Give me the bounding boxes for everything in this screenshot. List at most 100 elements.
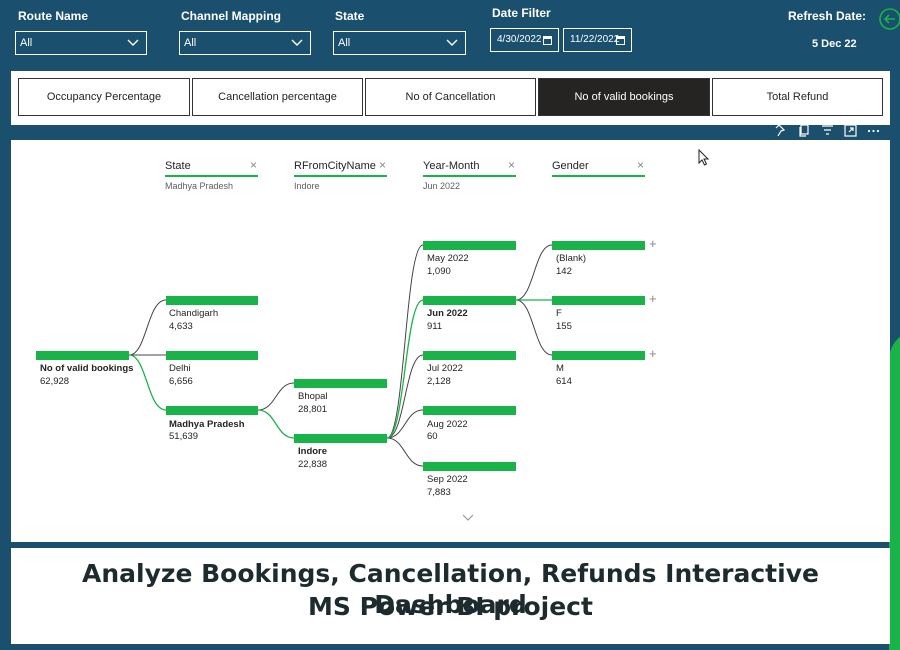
route-name-value: All [20,37,33,49]
state-filter-label: State [335,9,365,23]
remove-level-month-icon[interactable]: × [508,158,515,172]
node-label-aug-2022: Aug 2022 [427,419,468,430]
level-header-gender: Gender [552,160,589,172]
node-bar-madhya-pradesh[interactable] [166,406,258,415]
state-filter-dropdown[interactable]: All [333,31,466,55]
route-name-dropdown[interactable]: All [15,31,147,55]
node-value-bhopal: 28,801 [298,404,328,415]
refresh-date-label: Refresh Date: [788,9,867,23]
caption-line-2: MS Power BI project [308,592,593,621]
node-label-jul-2022: Jul 2022 [427,363,463,374]
node-value-jun-2022: 911 [427,321,443,332]
node-label-indore: Indore [298,446,328,457]
node-label-blank: (Blank) [556,253,587,264]
level-selection-month: Jun 2022 [423,181,461,191]
node-value-chandigarh: 4,633 [169,321,193,332]
remove-level-gender-icon[interactable]: × [637,158,644,172]
node-bar-delhi[interactable] [166,351,258,360]
tab-no-of-cancellation[interactable]: No of Cancellation [365,78,536,116]
chevron-down-icon [127,39,139,46]
node-label-delhi: Delhi [169,363,191,374]
caption-panel: Analyze Bookings, Cancellation, Refunds … [11,548,890,644]
node-bar-bhopal[interactable] [294,379,387,388]
remove-level-state-icon[interactable]: × [250,158,257,172]
node-label-female: F [556,308,562,319]
date-filter-label: Date Filter [492,6,551,20]
pin-icon[interactable] [774,123,789,138]
back-arrow-icon[interactable] [878,7,900,31]
filter-icon[interactable] [820,123,835,138]
chevron-down-icon [446,39,458,46]
node-bar-sep-2022[interactable] [423,462,516,471]
channel-mapping-label: Channel Mapping [181,9,281,23]
level-header-year-month: Year-Month [423,160,480,172]
tab-total-refund[interactable]: Total Refund [712,78,883,116]
node-value-blank: 142 [556,266,572,277]
node-bar-chandigarh[interactable] [166,296,258,305]
node-label-may-2022: May 2022 [427,253,469,264]
node-label-male: M [556,363,564,374]
node-bar-male[interactable] [552,351,645,360]
node-bar-indore[interactable] [294,434,387,443]
node-value-sep-2022: 7,883 [427,487,451,498]
tab-no-of-valid-bookings[interactable]: No of valid bookings [538,78,710,116]
calendar-icon [616,36,625,45]
cursor-icon [698,149,710,166]
node-label-jun-2022: Jun 2022 [427,308,468,319]
node-value-madhya-pradesh: 51,639 [169,431,199,442]
level-underline [423,175,516,177]
node-value-jul-2022: 2,128 [427,376,451,387]
expand-female-icon[interactable]: + [649,291,657,306]
node-bar-may-2022[interactable] [423,241,516,250]
date-from-input[interactable]: 4/30/2022 [490,28,559,52]
level-header-rfromcityname: RFromCityName [294,160,376,172]
node-value-may-2022: 1,090 [427,266,451,277]
node-bar-female[interactable] [552,296,645,305]
channel-mapping-value: All [184,37,197,49]
node-value-male: 614 [556,376,572,387]
refresh-date-value: 5 Dec 22 [812,38,857,50]
date-from-value: 4/30/2022 [497,34,542,45]
node-value-female: 155 [556,321,572,332]
date-to-input[interactable]: 11/22/2022 [563,28,632,52]
node-label-madhya-pradesh: Madhya Pradesh [169,419,245,430]
node-value-root: 62,928 [40,376,70,387]
node-bar-aug-2022[interactable] [423,406,516,415]
measure-tabs-panel: Occupancy Percentage Cancellation percen… [11,71,890,125]
node-value-indore: 22,838 [298,459,328,470]
route-name-label: Route Name [18,9,89,23]
node-bar-jun-2022[interactable] [423,296,516,305]
more-options-icon[interactable] [866,123,881,138]
node-label-root: No of valid bookings [40,363,134,374]
state-filter-value: All [338,37,351,49]
node-bar-blank[interactable] [552,241,645,250]
tab-cancellation-percentage[interactable]: Cancellation percentage [192,78,363,116]
decomposition-tree-visual: State × Madhya Pradesh RFromCityName × I… [11,140,890,542]
scroll-down-chevron-icon[interactable] [461,513,475,523]
node-label-sep-2022: Sep 2022 [427,474,468,485]
remove-level-city-icon[interactable]: × [379,158,386,172]
tab-occupancy-percentage[interactable]: Occupancy Percentage [18,78,190,116]
node-label-bhopal: Bhopal [298,391,328,402]
level-underline [294,175,387,177]
level-selection-city: Indore [294,181,320,191]
node-bar-root[interactable] [36,351,129,360]
expand-male-icon[interactable]: + [649,346,657,361]
level-underline [165,175,258,177]
node-value-delhi: 6,656 [169,376,193,387]
date-to-value: 11/22/2022 [570,34,620,45]
chevron-down-icon [291,39,303,46]
level-header-state: State [165,160,191,172]
level-underline [552,175,645,177]
channel-mapping-dropdown[interactable]: All [179,31,311,55]
copy-icon[interactable] [797,123,812,138]
focus-mode-icon[interactable] [843,123,858,138]
node-label-chandigarh: Chandigarh [169,308,219,319]
decorative-accent [889,330,900,650]
expand-blank-icon[interactable]: + [649,236,657,251]
level-selection-state: Madhya Pradesh [165,181,234,191]
node-bar-jul-2022[interactable] [423,351,516,360]
node-value-aug-2022: 60 [427,431,438,442]
calendar-icon [543,36,552,45]
visual-toolbar [774,123,881,139]
